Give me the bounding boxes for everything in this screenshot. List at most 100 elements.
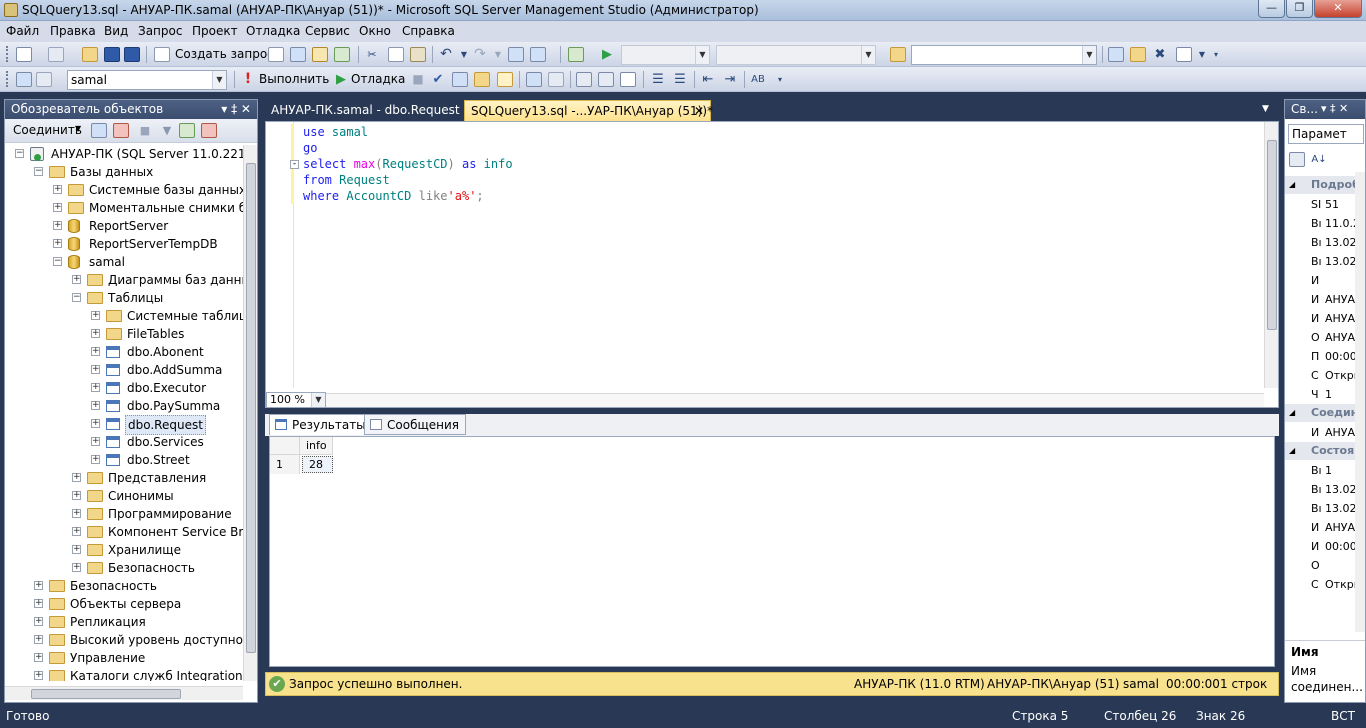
tree-node[interactable]: + Объекты сервера xyxy=(5,595,243,613)
collapse-icon[interactable]: − xyxy=(72,293,81,302)
expand-icon[interactable]: + xyxy=(72,491,81,500)
results-to-text-icon[interactable] xyxy=(576,72,592,87)
undo-icon[interactable]: ↶ xyxy=(438,47,454,62)
expand-icon[interactable]: + xyxy=(53,203,62,212)
property-row[interactable]: И 00:00:0 xyxy=(1285,537,1365,556)
property-row[interactable]: И АНУАР xyxy=(1285,290,1365,309)
property-category[interactable]: ◢ Соедине xyxy=(1285,404,1365,422)
xmla-query-icon[interactable] xyxy=(334,47,350,62)
tree-node[interactable]: + Программирование xyxy=(5,505,243,523)
property-row[interactable]: SI 51 xyxy=(1285,195,1365,214)
expand-icon[interactable]: + xyxy=(72,509,81,518)
toolbar-options-icon[interactable]: ▾ xyxy=(772,72,788,87)
tab-messages[interactable]: Сообщения xyxy=(364,414,467,435)
expand-icon[interactable]: + xyxy=(91,437,100,446)
tree-node[interactable]: + dbo.Services xyxy=(5,433,243,451)
cancel-query-icon[interactable]: ■ xyxy=(410,72,426,87)
property-category[interactable]: ◢ Подробн xyxy=(1285,176,1365,194)
menu-tools[interactable]: Сервис xyxy=(305,24,350,38)
database-combo[interactable]: samal ▼ xyxy=(67,70,227,90)
tree-node[interactable]: + Диаграммы баз данных xyxy=(5,271,243,289)
new-project-icon[interactable] xyxy=(16,47,32,62)
expand-icon[interactable]: + xyxy=(72,545,81,554)
specify-values-icon[interactable] xyxy=(497,72,513,87)
minimize-button[interactable]: — xyxy=(1258,0,1285,18)
expand-icon[interactable]: + xyxy=(34,617,43,626)
editor-vertical-scrollbar[interactable] xyxy=(1264,122,1278,388)
specify-template-icon[interactable]: AB xyxy=(750,72,766,87)
tree-horizontal-scrollbar[interactable] xyxy=(5,686,243,700)
tree-node[interactable]: + ReportServerTempDB xyxy=(5,235,243,253)
menu-debug[interactable]: Отладка xyxy=(246,24,300,38)
close-tab-icon[interactable]: ✕ xyxy=(694,101,704,121)
tree-node[interactable]: − samal xyxy=(5,253,243,271)
save-icon[interactable] xyxy=(104,47,120,62)
tree-node[interactable]: + Репликация xyxy=(5,613,243,631)
uncomment-lines-icon[interactable]: ☰ xyxy=(672,72,688,87)
property-category[interactable]: ◢ Состоян xyxy=(1285,442,1365,460)
paste-icon[interactable] xyxy=(410,47,426,62)
tree-node[interactable]: − Базы данных xyxy=(5,163,243,181)
tree-node[interactable]: + Представления xyxy=(5,469,243,487)
expand-icon[interactable]: + xyxy=(91,419,100,428)
execute-button[interactable]: Выполнить xyxy=(259,72,329,86)
toolbar-grip[interactable] xyxy=(6,46,10,62)
comment-lines-icon[interactable]: ☰ xyxy=(650,72,666,87)
estimated-plan-icon[interactable] xyxy=(452,72,468,87)
db-engine-query-icon[interactable] xyxy=(268,47,284,62)
property-row[interactable]: О АНУАР xyxy=(1285,328,1365,347)
increase-indent-icon[interactable]: ⇥ xyxy=(722,72,738,87)
add-item-icon[interactable] xyxy=(48,47,64,62)
expand-icon[interactable]: + xyxy=(72,563,81,572)
expand-icon[interactable]: + xyxy=(91,365,100,374)
collapse-icon[interactable]: ◢ xyxy=(1289,176,1295,194)
redo-icon[interactable]: ↷ xyxy=(472,47,488,62)
tab-table-design[interactable]: АНУАР-ПК.samal - dbo.Request xyxy=(265,100,466,121)
menu-view[interactable]: Вид xyxy=(104,24,128,38)
row-header[interactable]: 1 xyxy=(270,455,300,474)
collapse-icon[interactable]: − xyxy=(34,167,43,176)
refresh-icon[interactable] xyxy=(179,123,195,138)
menu-edit[interactable]: Правка xyxy=(50,24,96,38)
platform-combo[interactable]: ▼ xyxy=(716,45,876,65)
filter-icon[interactable]: ▼ xyxy=(159,123,175,138)
dmx-query-icon[interactable] xyxy=(312,47,328,62)
debug-button[interactable]: Отладка xyxy=(351,72,405,86)
property-row[interactable]: Ч1 xyxy=(1285,385,1365,404)
tree-node[interactable]: − Таблицы xyxy=(5,289,243,307)
cut-icon[interactable]: ✂ xyxy=(364,47,380,62)
tree-node[interactable]: + dbo.AddSumma xyxy=(5,361,243,379)
tree-node[interactable]: + FileTables xyxy=(5,325,243,343)
property-row[interactable]: И АНУАР xyxy=(1285,518,1365,537)
menu-help[interactable]: Справка xyxy=(402,24,455,38)
property-row[interactable]: С Откры xyxy=(1285,575,1365,594)
property-row[interactable]: И АНУАР xyxy=(1285,309,1365,328)
collapse-icon[interactable]: − xyxy=(53,257,62,266)
result-cell[interactable]: 28 xyxy=(302,456,333,473)
property-row[interactable]: Вı 11.0.22 xyxy=(1285,214,1365,233)
tree-node[interactable]: + Хранилище xyxy=(5,541,243,559)
maximize-button[interactable]: ❐ xyxy=(1286,0,1313,18)
tree-node[interactable]: + Безопасность xyxy=(5,577,243,595)
find-combo[interactable]: ▼ xyxy=(911,45,1097,65)
property-row[interactable]: П 00:00:0 xyxy=(1285,347,1365,366)
property-row[interactable]: Вı 13.02.2 xyxy=(1285,252,1365,271)
tree-node[interactable]: + dbo.PaySumma xyxy=(5,397,243,415)
tree-vertical-scrollbar[interactable] xyxy=(243,145,257,681)
panel-pin-icon[interactable]: ▾ ‡ ✕ xyxy=(1321,100,1348,118)
mdx-query-icon[interactable] xyxy=(290,47,306,62)
parse-icon[interactable]: ✔ xyxy=(430,72,446,87)
property-row[interactable]: О xyxy=(1285,556,1365,575)
change-connection-icon[interactable] xyxy=(36,72,52,87)
property-row[interactable]: И АНУАР xyxy=(1285,423,1365,442)
panel-pin-icon[interactable]: ▾ ‡ ✕ xyxy=(221,100,251,118)
alphabetical-icon[interactable]: A↓ xyxy=(1311,152,1327,167)
object-explorer-icon[interactable] xyxy=(1130,47,1146,62)
property-row[interactable]: Вı 13.02.2 xyxy=(1285,233,1365,252)
close-button[interactable]: ✕ xyxy=(1314,0,1362,18)
tree-node[interactable]: + Синонимы xyxy=(5,487,243,505)
find-in-files-icon[interactable] xyxy=(890,47,906,62)
navigate-back-icon[interactable] xyxy=(508,47,524,62)
copy-icon[interactable] xyxy=(388,47,404,62)
open-file-icon[interactable] xyxy=(82,47,98,62)
